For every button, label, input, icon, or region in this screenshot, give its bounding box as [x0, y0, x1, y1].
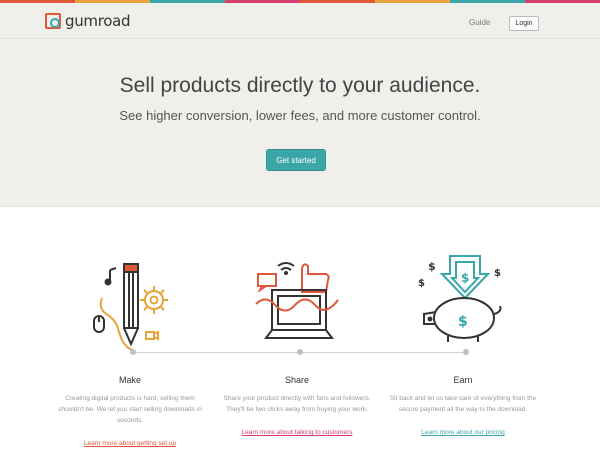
music-note-icon	[104, 267, 117, 286]
hero-headline: Sell products directly to your audience.	[119, 74, 481, 97]
wifi-icon	[277, 262, 295, 275]
thumbs-up-icon	[301, 263, 330, 293]
mouse-icon	[93, 315, 105, 333]
timeline-dot	[130, 349, 136, 355]
gumroad-logo[interactable]: gumroad	[45, 12, 131, 30]
hero-subheadline: See higher conversion, lower fees, and m…	[119, 108, 481, 123]
top-navigation: gumroad Guide Login	[0, 3, 600, 39]
feature-earn: Earn Sit back and let us take care of ev…	[388, 375, 538, 436]
timeline-dot	[463, 349, 469, 355]
dollar-sign-icon: $	[428, 260, 436, 273]
pricing-link[interactable]: Learn more about our pricing	[388, 429, 538, 436]
guide-link[interactable]: Guide	[469, 18, 490, 27]
dollar-sign-icon: $	[494, 268, 501, 279]
talking-to-customers-link[interactable]: Learn more about talking to customers	[222, 429, 372, 436]
computer-monitor-icon	[264, 289, 334, 339]
feature-title: Share	[284, 375, 310, 385]
get-started-button[interactable]: Get started	[266, 149, 326, 171]
getting-set-up-link[interactable]: Learn more about getting set up	[55, 440, 205, 447]
pencil-icon	[123, 263, 139, 347]
feature-share: Share Share your product directly with f…	[222, 375, 372, 436]
dollar-sign-icon: $	[461, 271, 469, 285]
timeline-dot	[297, 349, 303, 355]
speech-bubble-icon	[257, 273, 277, 293]
video-camera-icon	[145, 330, 159, 341]
feature-title: Earn	[453, 375, 473, 385]
feature-description: Creating digital products is hard, selli…	[58, 395, 202, 424]
dollar-sign-icon: $	[418, 278, 425, 289]
feature-description: Share your product directly with fans an…	[223, 395, 371, 413]
feature-description: Sit back and let us take care of everyth…	[389, 395, 537, 413]
feature-make: Make Creating digital products is hard, …	[55, 375, 205, 447]
gumroad-logo-icon	[45, 13, 61, 29]
dollar-sign-icon: $	[458, 314, 468, 330]
gear-icon	[140, 286, 168, 314]
make-illustration-icon	[93, 263, 168, 351]
login-button[interactable]: Login	[509, 16, 539, 31]
logo-text: gumroad	[65, 12, 131, 30]
earn-illustration-icon: $ $ $ $ $	[418, 255, 502, 342]
share-illustration-icon	[255, 262, 339, 339]
feature-title: Make	[118, 375, 141, 385]
